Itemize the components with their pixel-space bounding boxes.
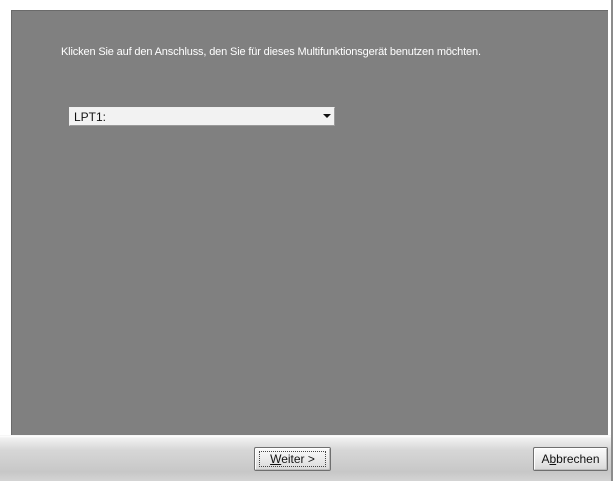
wizard-dialog: Klicken Sie auf den Anschluss, den Sie f… — [0, 0, 615, 481]
chevron-down-icon[interactable] — [323, 114, 331, 118]
instruction-text: Klicken Sie auf den Anschluss, den Sie f… — [61, 46, 481, 58]
port-select[interactable]: LPT1: — [69, 107, 335, 126]
next-button-mnemonic: W — [270, 452, 282, 466]
wizard-content-panel: Klicken Sie auf den Anschluss, den Sie f… — [11, 10, 608, 435]
cancel-button[interactable]: Abbrechen — [533, 447, 608, 471]
port-select-value: LPT1: — [74, 110, 107, 124]
cancel-button-label-end: brechen — [556, 452, 600, 466]
next-button-label: eiter > — [281, 452, 315, 466]
next-button[interactable]: Weiter > — [254, 447, 331, 471]
window-right-border-line — [611, 0, 613, 481]
